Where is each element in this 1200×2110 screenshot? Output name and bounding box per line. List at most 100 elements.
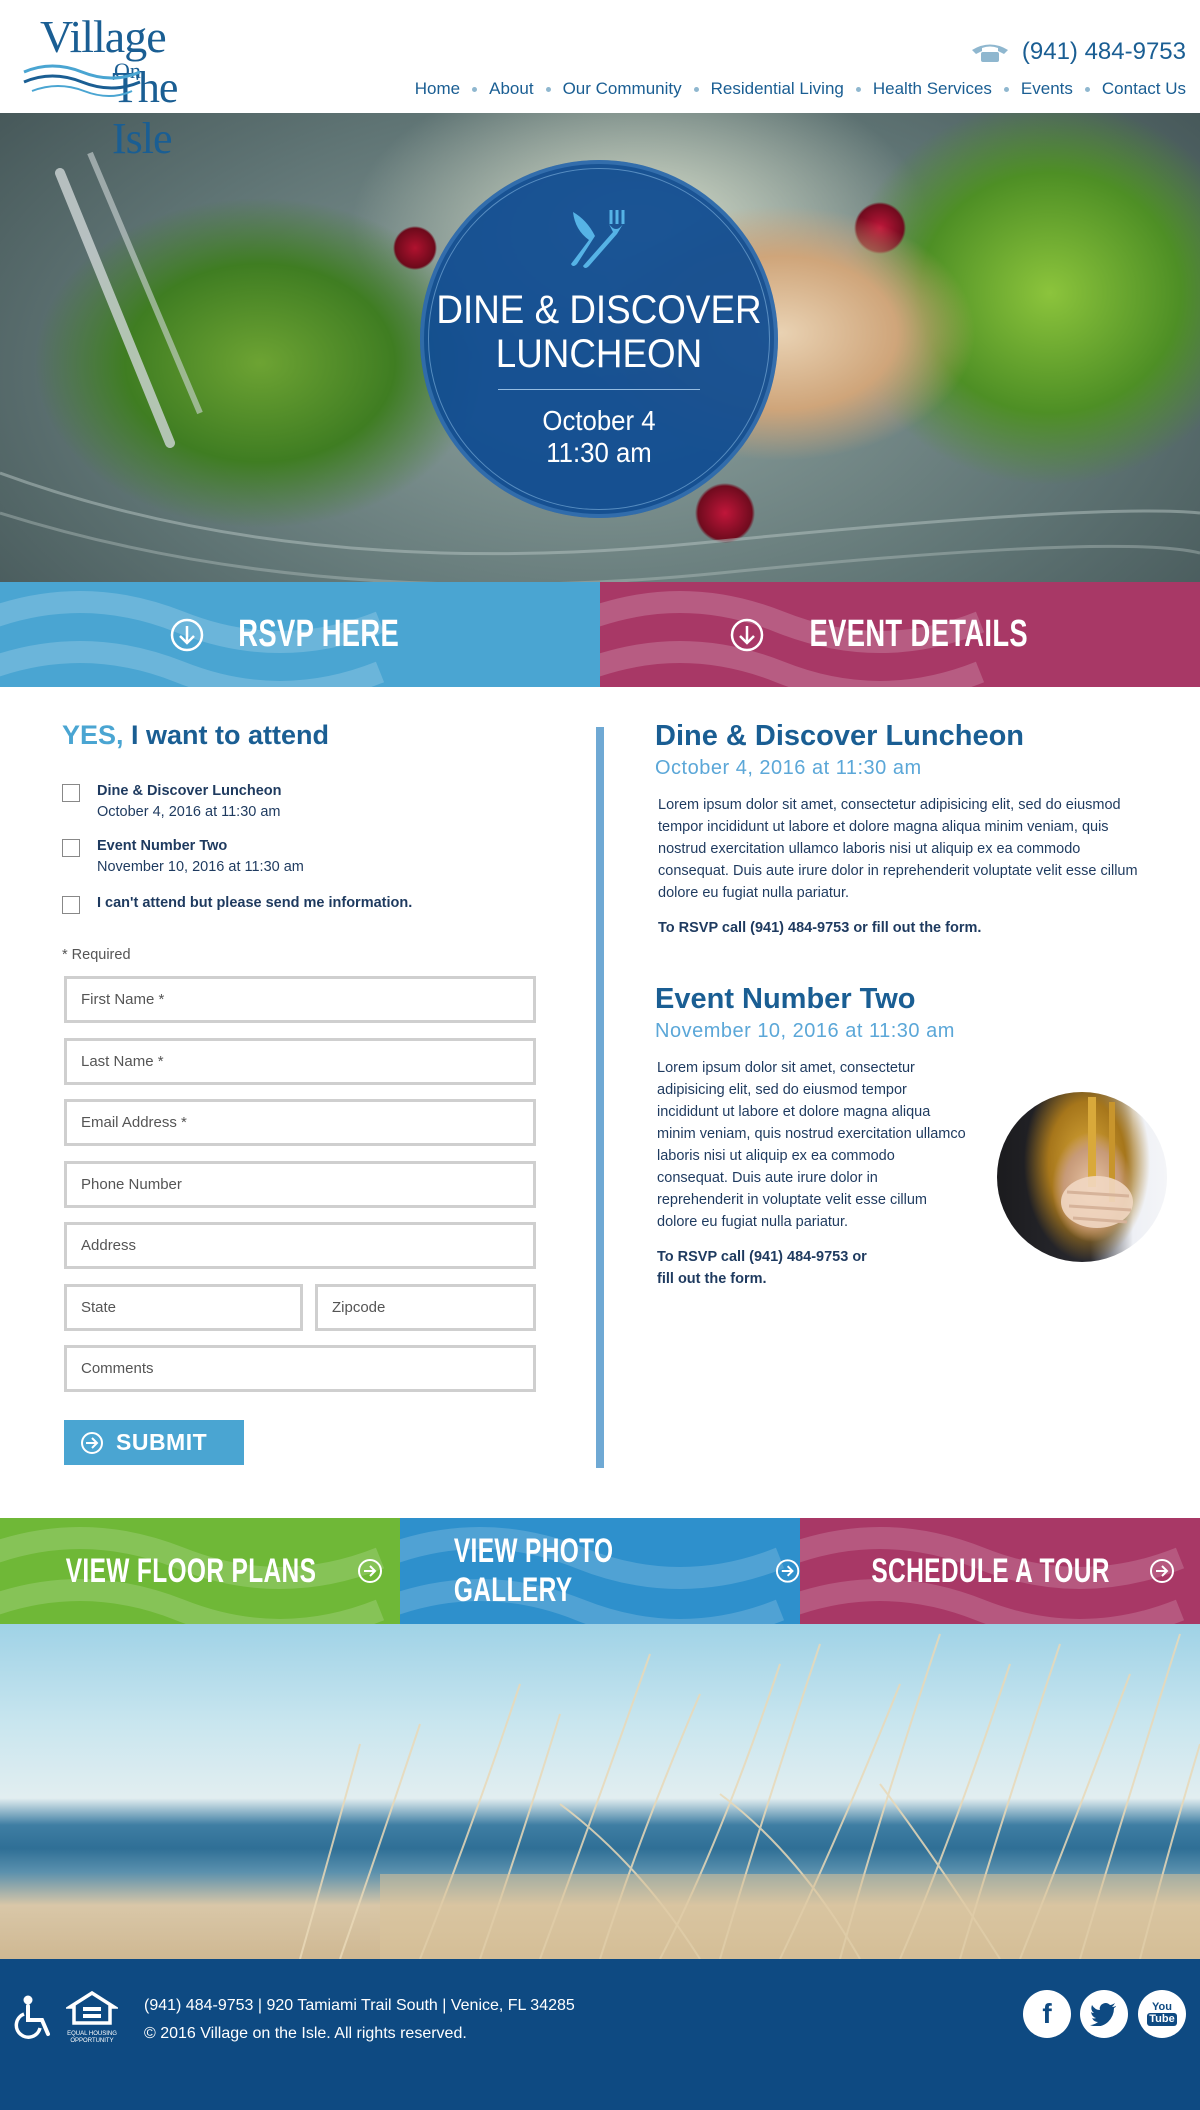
arrow-right-circle-icon	[358, 1559, 382, 1583]
email-field[interactable]: Email Address *	[64, 1099, 536, 1146]
comments-field[interactable]: Comments	[64, 1345, 536, 1392]
arrow-down-circle-icon	[731, 618, 764, 651]
checkbox[interactable]	[62, 896, 80, 914]
nav-item-contact-us[interactable]: Contact Us	[1102, 79, 1186, 99]
send-info-text: I can't attend but please send me inform…	[97, 893, 412, 914]
nav-item-about[interactable]: About	[489, 79, 533, 99]
footer-copyright: © 2016 Village on the Isle. All rights r…	[144, 2025, 467, 2042]
view-floor-plans-label: VIEW FLOOR PLANS	[65, 1551, 317, 1590]
youtube-you: You	[1152, 2001, 1172, 2013]
hero-image: DINE & DISCOVER LUNCHEON October 4 11:30…	[0, 113, 1200, 582]
rsvp-here-label: RSVP HERE	[238, 613, 400, 655]
trumpet-photo	[997, 1092, 1167, 1262]
event-badge: DINE & DISCOVER LUNCHEON October 4 11:30…	[420, 160, 778, 518]
rsvp-here-button[interactable]: RSVP HERE	[0, 582, 600, 687]
phone-number: (941) 484-9753	[1021, 38, 1186, 65]
form-title-rest: I want to attend	[123, 720, 330, 750]
site-footer: EQUAL HOUSING OPPORTUNITY (941) 484-9753…	[0, 1959, 1200, 2110]
option-title: I can't attend but please send me inform…	[97, 895, 413, 911]
phone-field[interactable]: Phone Number	[64, 1161, 536, 1208]
site-header: Village On The Isle (941) 484-9753 Home …	[0, 0, 1200, 163]
submit-label: SUBMIT	[116, 1429, 208, 1455]
footer-contact: (941) 484-9753 | 920 Tamiami Trail South…	[144, 1992, 575, 2048]
fork-knife-icon	[571, 210, 625, 268]
option-title: Dine & Discover Luncheon	[97, 783, 282, 799]
checkbox[interactable]	[62, 784, 80, 802]
required-note: * Required	[62, 947, 131, 963]
arrow-right-circle-icon	[81, 1431, 103, 1454]
phone-icon	[971, 44, 1008, 62]
main-nav: Home About Our Community Residential Liv…	[415, 79, 1186, 99]
logo-text-village: Village	[40, 11, 167, 62]
nav-separator	[693, 86, 699, 92]
event-2-title: Event Number Two	[655, 983, 916, 1015]
twitter-bird-icon	[1090, 2003, 1116, 2026]
view-photo-gallery-button[interactable]: VIEW PHOTO GALLERY	[400, 1518, 800, 1624]
hero-date-line1: October 4	[542, 405, 656, 436]
schedule-a-tour-button[interactable]: SCHEDULE A TOUR	[800, 1518, 1200, 1624]
nav-separator	[855, 86, 861, 92]
beach-grass-decoration	[299, 1633, 1200, 1959]
schedule-a-tour-label: SCHEDULE A TOUR	[871, 1551, 1111, 1590]
option-date: October 4, 2016 at 11:30 am	[97, 804, 281, 820]
logo-wave-icon	[23, 64, 141, 97]
zipcode-field[interactable]: Zipcode	[315, 1284, 536, 1331]
nav-separator	[1003, 86, 1009, 92]
hero-date: October 4 11:30 am	[434, 405, 763, 469]
event-option-text: Event Number Two November 10, 2016 at 11…	[97, 836, 304, 878]
state-field[interactable]: State	[64, 1284, 303, 1331]
eho-label: EQUAL HOUSING OPPORTUNITY	[67, 2031, 117, 2044]
view-floor-plans-button[interactable]: VIEW FLOOR PLANS	[0, 1518, 400, 1624]
arrow-down-circle-icon	[171, 618, 204, 651]
hero-divider	[498, 389, 700, 390]
event-option-2[interactable]: Event Number Two November 10, 2016 at 11…	[62, 836, 304, 878]
hero-time-line: 11:30 am	[546, 437, 652, 468]
form-title: YES, I want to attend	[62, 720, 536, 751]
house-icon	[63, 1990, 121, 2025]
wheelchair-accessible-icon	[14, 1995, 50, 2039]
hero-title-line1: DINE & DISCOVER	[436, 288, 762, 332]
nav-separator	[1084, 86, 1090, 92]
beach-photo	[0, 1624, 1200, 1959]
youtube-tube: Tube	[1147, 2013, 1177, 2026]
nav-item-health-services[interactable]: Health Services	[873, 79, 992, 99]
rsvp-form: YES, I want to attend Dine & Discover Lu…	[62, 720, 536, 1465]
event-details-button[interactable]: EVENT DETAILS	[600, 582, 1200, 687]
checkbox[interactable]	[62, 839, 80, 857]
address-field[interactable]: Address	[64, 1222, 536, 1269]
submit-button[interactable]: SUBMIT	[64, 1420, 244, 1465]
event-1-title: Dine & Discover Luncheon	[655, 720, 1025, 752]
trumpet-detail	[1061, 1097, 1133, 1228]
nav-separator	[545, 86, 551, 92]
twitter-icon[interactable]	[1080, 1990, 1128, 2038]
first-name-field[interactable]: First Name *	[64, 976, 536, 1023]
event-1-rsvp-note: To RSVP call (941) 484-9753 or fill out …	[658, 920, 982, 936]
nav-item-residential-living[interactable]: Residential Living	[711, 79, 844, 99]
view-photo-gallery-label: VIEW PHOTO GALLERY	[453, 1532, 614, 1609]
form-title-yes: YES,	[62, 720, 124, 750]
footer-address: (941) 484-9753 | 920 Tamiami Trail South…	[144, 1997, 575, 2014]
nav-item-our-community[interactable]: Our Community	[563, 79, 682, 99]
youtube-icon[interactable]: You Tube	[1138, 1990, 1186, 2038]
event-2-description: Lorem ipsum dolor sit amet, consectetur …	[657, 1060, 966, 1230]
event-details: Dine & Discover Luncheon October 4, 2016…	[655, 720, 1167, 1290]
nav-separator	[472, 86, 478, 92]
facebook-glyph: f	[1042, 1998, 1052, 2029]
event-option-text: Dine & Discover Luncheon October 4, 2016…	[97, 781, 282, 823]
site-logo[interactable]: Village On The Isle	[22, 10, 242, 163]
arrow-right-circle-icon	[1149, 1559, 1174, 1583]
facebook-icon[interactable]: f	[1023, 1990, 1071, 2038]
last-name-field[interactable]: Last Name *	[64, 1038, 536, 1085]
option-date: November 10, 2016 at 11:30 am	[97, 859, 304, 875]
event-1-description: Lorem ipsum dolor sit amet, consectetur …	[658, 797, 1138, 901]
hero-title: DINE & DISCOVER LUNCHEON	[434, 288, 763, 376]
option-title: Event Number Two	[97, 838, 228, 854]
arrow-right-circle-icon	[775, 1559, 800, 1583]
event-2-date: November 10, 2016 at 11:30 am	[655, 1020, 955, 1042]
send-info-option[interactable]: I can't attend but please send me inform…	[62, 893, 412, 914]
event-details-label: EVENT DETAILS	[809, 613, 1029, 655]
event-option-1[interactable]: Dine & Discover Luncheon October 4, 2016…	[62, 781, 282, 823]
header-phone[interactable]: (941) 484-9753	[970, 38, 1186, 66]
nav-item-home[interactable]: Home	[415, 79, 460, 99]
nav-item-events[interactable]: Events	[1021, 79, 1073, 99]
